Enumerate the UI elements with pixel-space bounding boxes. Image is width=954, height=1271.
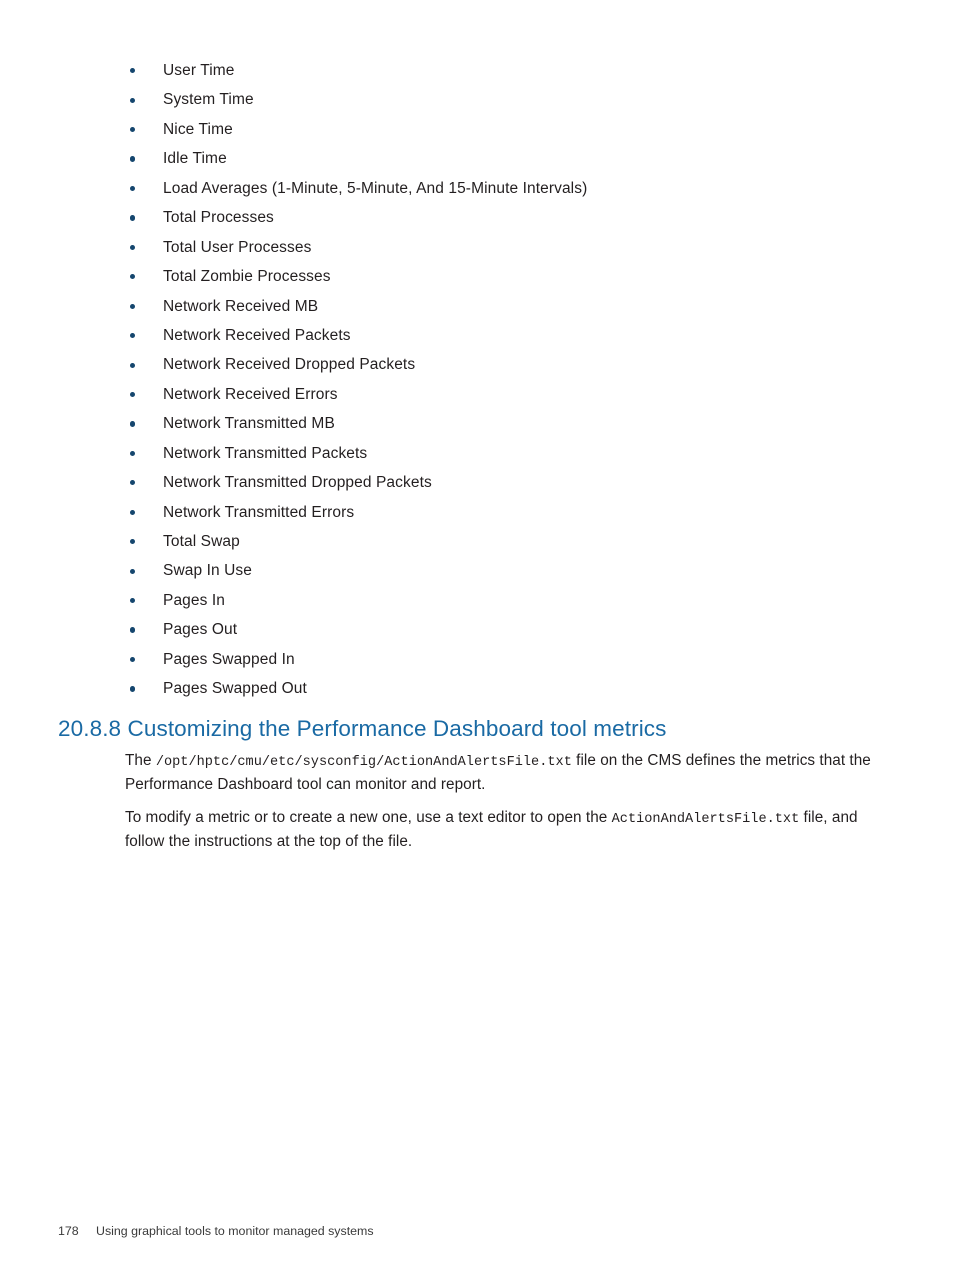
list-item-label: Load Averages (1-Minute, 5-Minute, And 1… xyxy=(163,179,588,197)
list-item-label: Network Received MB xyxy=(163,297,319,315)
list-item-label: Swap In Use xyxy=(163,562,252,580)
list-item: Swap In Use xyxy=(0,556,880,585)
list-item: Total User Processes xyxy=(0,233,880,262)
list-item: Pages Swapped In xyxy=(0,645,880,674)
bullet-icon xyxy=(130,362,136,368)
list-item-label: Total Zombie Processes xyxy=(163,268,331,286)
list-item: Network Received Dropped Packets xyxy=(0,350,880,379)
section-body: The /opt/hptc/cmu/etc/sysconfig/ActionAn… xyxy=(125,750,873,852)
config-file-name: ActionAndAlertsFile.txt xyxy=(611,812,800,827)
bullet-icon xyxy=(130,391,136,398)
footer-chapter-title: Using graphical tools to monitor managed… xyxy=(96,1224,374,1238)
list-item-label: Network Received Packets xyxy=(163,326,351,344)
list-item-label: Total Processes xyxy=(163,209,274,227)
bullet-icon xyxy=(130,686,136,692)
list-item: Network Received Errors xyxy=(0,380,880,409)
list-item: Network Transmitted Packets xyxy=(0,439,880,468)
list-item: Pages Swapped Out xyxy=(0,674,880,703)
list-item-label: Network Transmitted MB xyxy=(163,415,335,433)
list-item: Total Zombie Processes xyxy=(0,262,880,291)
list-item: System Time xyxy=(0,85,880,114)
list-item: Network Transmitted MB xyxy=(0,409,880,438)
section-heading: 20.8.8 Customizing the Performance Dashb… xyxy=(58,716,667,741)
list-item: Idle Time xyxy=(0,144,880,173)
list-item-label: Total Swap xyxy=(163,533,240,550)
list-item: Network Transmitted Errors xyxy=(0,498,880,527)
list-item-label: Network Transmitted Errors xyxy=(163,503,355,521)
list-item: Pages Out xyxy=(0,615,880,644)
list-item: Network Transmitted Dropped Packets xyxy=(0,468,880,497)
list-item-label: Pages Swapped In xyxy=(163,650,295,668)
paragraph-text-lead: The xyxy=(125,752,156,769)
paragraph-modify-metric: To modify a metric or to create a new on… xyxy=(125,807,873,852)
bullet-icon xyxy=(130,421,136,427)
list-item: User Time xyxy=(0,56,880,85)
list-item: Pages In xyxy=(0,586,880,615)
list-item-label: Pages Out xyxy=(163,621,238,639)
bullet-icon xyxy=(130,627,136,633)
list-item-label: Idle Time xyxy=(163,150,227,168)
paragraph-file-location: The /opt/hptc/cmu/etc/sysconfig/ActionAn… xyxy=(125,750,873,795)
list-item-label: Network Received Dropped Packets xyxy=(163,356,416,374)
list-item-label: Pages Swapped Out xyxy=(163,680,307,698)
list-item: Load Averages (1-Minute, 5-Minute, And 1… xyxy=(0,174,880,203)
list-item: Network Received MB xyxy=(0,292,880,321)
bullet-icon xyxy=(130,333,136,339)
list-item: Network Received Packets xyxy=(0,321,880,350)
list-item-label: Total User Processes xyxy=(163,238,312,256)
bullet-icon xyxy=(130,450,136,456)
list-item-label: Network Received Errors xyxy=(163,385,338,403)
metrics-bullet-list: User Time System Time Nice Time Idle Tim… xyxy=(0,56,880,704)
config-file-path: /opt/hptc/cmu/etc/sysconfig/ActionAndAle… xyxy=(155,755,572,770)
bullet-icon xyxy=(130,656,136,663)
bullet-icon xyxy=(130,539,136,545)
bullet-icon xyxy=(130,68,136,74)
list-item-label: User Time xyxy=(163,62,235,79)
bullet-icon xyxy=(130,127,136,133)
list-item: Nice Time xyxy=(0,115,880,144)
bullet-icon xyxy=(130,480,136,486)
list-item-label: System Time xyxy=(163,91,254,109)
list-item-label: Network Transmitted Dropped Packets xyxy=(163,474,432,492)
bullet-icon xyxy=(130,303,136,309)
bullet-icon xyxy=(130,185,136,192)
page-footer: 178 Using graphical tools to monitor mana… xyxy=(58,1222,374,1240)
list-item-label: Network Transmitted Packets xyxy=(163,444,368,462)
bullet-icon xyxy=(130,509,136,515)
bullet-icon xyxy=(130,97,136,103)
list-item: Total Swap xyxy=(0,527,880,556)
bullet-icon xyxy=(130,156,136,162)
list-item-label: Nice Time xyxy=(163,120,233,138)
list-item-label: Pages In xyxy=(163,591,225,609)
bullet-icon xyxy=(130,274,136,280)
document-page: User Time System Time Nice Time Idle Tim… xyxy=(0,0,954,1271)
page-number: 178 xyxy=(58,1224,79,1238)
list-item: Total Processes xyxy=(0,203,880,232)
bullet-icon xyxy=(130,598,136,604)
paragraph-text-lead: To modify a metric or to create a new on… xyxy=(125,809,612,826)
bullet-icon xyxy=(130,215,136,221)
bullet-icon xyxy=(130,244,136,250)
bullet-icon xyxy=(130,568,136,574)
